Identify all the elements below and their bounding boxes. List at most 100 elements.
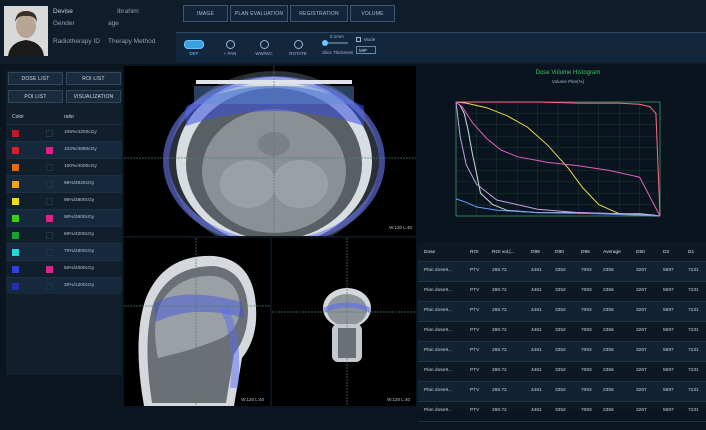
table-header-cell[interactable]: Dose	[424, 250, 435, 255]
table-cell: 5597	[663, 308, 674, 313]
tool-rotate-label: ROTATE	[289, 51, 307, 56]
default-icon	[184, 40, 204, 49]
coronal-viewport[interactable]: W:120 L:40	[272, 238, 416, 406]
rotate-icon	[293, 40, 303, 49]
isodose-row[interactable]: 102%/4080cGy	[6, 141, 122, 158]
table-row[interactable]: Plan dose9... PTV 298.72 4461 3352 7083 2356 32…	[418, 382, 706, 402]
tab-volume[interactable]: VOLUME	[350, 5, 395, 22]
tab-image[interactable]: IMAGE	[183, 5, 228, 22]
isodose-color-swatch[interactable]	[12, 130, 19, 137]
table-header-cell[interactable]: Average	[603, 250, 621, 255]
isodose-row[interactable]: 95%/3800cGy	[6, 192, 122, 209]
table-row[interactable]: Plan dose9... PTV 298.72 4461 3352 7083 2356 32…	[418, 302, 706, 322]
poi-list-button[interactable]: POI LIST	[8, 90, 63, 103]
tab-registration[interactable]: REGISTRATION	[290, 5, 348, 22]
isodose-visibility-toggle[interactable]	[46, 266, 53, 273]
table-cell: Plan dose9...	[424, 408, 453, 413]
table-cell: 3352	[555, 268, 566, 273]
tool-pan-label: + PAN	[223, 51, 237, 56]
isodose-color-swatch[interactable]	[12, 266, 19, 273]
table-cell: 7083	[581, 308, 592, 313]
isodose-row[interactable]: 105%/4200cGy	[6, 124, 122, 141]
tool-window-level[interactable]: WW/WC	[248, 35, 280, 61]
slice-slider-track[interactable]	[326, 42, 348, 44]
table-header-cell[interactable]: ROI	[470, 250, 479, 255]
tool-default[interactable]: DEF	[178, 35, 210, 61]
table-row[interactable]: Plan dose9... PTV 298.72 4461 3352 7083 2356 32…	[418, 342, 706, 362]
table-cell: 4461	[531, 268, 542, 273]
table-cell: 3267	[636, 408, 647, 413]
table-row[interactable]: Plan dose9... PTV 298.72 4461 3352 7083 2356 32…	[418, 282, 706, 302]
patient-name-label: Devise	[53, 8, 73, 15]
table-cell: 7083	[581, 268, 592, 273]
table-cell: PTV	[470, 268, 480, 273]
isodose-color-swatch[interactable]	[12, 198, 19, 205]
table-header-cell[interactable]: ROI vol.[...	[492, 250, 515, 255]
isodose-visibility-toggle[interactable]	[46, 232, 53, 239]
isodose-color-swatch[interactable]	[12, 215, 19, 222]
isodose-visibility-toggle[interactable]	[46, 130, 53, 137]
isodose-row[interactable]: 98%/3920cGy	[6, 175, 122, 192]
table-cell: 4461	[531, 328, 542, 333]
table-header-cell[interactable]: D99	[531, 250, 540, 255]
table-header-cell[interactable]: D2	[663, 250, 669, 255]
isodose-color-swatch[interactable]	[12, 164, 19, 171]
table-row[interactable]: Plan dose9... PTV 298.72 4461 3352 7083 2356 32…	[418, 322, 706, 342]
sagittal-viewport[interactable]: W:120 L:40	[124, 238, 270, 406]
isodose-color-swatch[interactable]	[12, 249, 19, 256]
sagittal-ct-image	[124, 238, 270, 406]
table-header-cell[interactable]: D95	[581, 250, 590, 255]
isodose-row[interactable]: 100%/4000cGy	[6, 158, 122, 175]
isodose-visibility-toggle[interactable]	[46, 164, 53, 171]
isodose-ratio: 30%/1200cGy	[64, 283, 95, 288]
table-cell: 7231	[688, 408, 699, 413]
table-cell: Plan dose9...	[424, 348, 453, 353]
isodose-color-swatch[interactable]	[12, 181, 19, 188]
tool-pan[interactable]: + PAN	[214, 35, 246, 61]
isodose-visibility-toggle[interactable]	[46, 283, 53, 290]
table-cell: 7083	[581, 288, 592, 293]
table-row[interactable]: Plan dose9... PTV 298.72 4461 3352 7083 2356 32…	[418, 262, 706, 282]
table-header-cell[interactable]: D90	[555, 250, 564, 255]
table-header-cell[interactable]: D50	[636, 250, 645, 255]
isodose-row[interactable]: 30%/1200cGy	[6, 277, 122, 294]
ratio-column-header: ratio	[64, 114, 74, 120]
isodose-color-swatch[interactable]	[12, 232, 19, 239]
tool-rotate[interactable]: ROTATE	[282, 35, 314, 61]
roi-list-button[interactable]: ROI LIST	[66, 72, 121, 85]
mode-checkbox[interactable]	[356, 37, 361, 42]
slice-slider-handle[interactable]	[322, 40, 328, 46]
table-cell: 5597	[663, 408, 674, 413]
table-cell: 3267	[636, 388, 647, 393]
isodose-visibility-toggle[interactable]	[46, 249, 53, 256]
isodose-visibility-toggle[interactable]	[46, 198, 53, 205]
table-cell: 3267	[636, 328, 647, 333]
color-column-header: Color	[12, 114, 24, 120]
table-cell: 4461	[531, 288, 542, 293]
isodose-row[interactable]: 90%/3600cGy	[6, 209, 122, 226]
isodose-row[interactable]: 80%/3200cGy	[6, 226, 122, 243]
isodose-color-swatch[interactable]	[12, 283, 19, 290]
contrast-icon	[259, 40, 269, 49]
table-cell: 3352	[555, 308, 566, 313]
table-cell: 298.72	[492, 268, 507, 273]
table-row[interactable]: Plan dose9... PTV 298.72 4461 3352 7083 2356 32…	[418, 402, 706, 422]
axial-viewport[interactable]: W:120 L:40	[124, 66, 416, 236]
isodose-row[interactable]: 50%/2000cGy	[6, 260, 122, 277]
tab-plan-evaluation[interactable]: PLAN EVALUATION	[230, 5, 288, 22]
table-row[interactable]: Plan dose9... PTV 298.72 4461 3352 7083 2356 32…	[418, 362, 706, 382]
isodose-color-swatch[interactable]	[12, 147, 19, 154]
table-cell: 2356	[603, 288, 614, 293]
table-cell: 3352	[555, 348, 566, 353]
isodose-visibility-toggle[interactable]	[46, 181, 53, 188]
table-cell: Plan dose9...	[424, 368, 453, 373]
isodose-visibility-toggle[interactable]	[46, 147, 53, 154]
dose-list-button[interactable]: DOSE LIST	[8, 72, 63, 85]
render-mode-select[interactable]: MIP	[356, 46, 376, 54]
table-cell: Plan dose9...	[424, 288, 453, 293]
isodose-visibility-toggle[interactable]	[46, 215, 53, 222]
table-header-cell[interactable]: D1	[688, 250, 694, 255]
isodose-row[interactable]: 70%/2800cGy	[6, 243, 122, 260]
table-cell: 2356	[603, 348, 614, 353]
visualization-button[interactable]: VISUALIZATION	[66, 90, 121, 103]
